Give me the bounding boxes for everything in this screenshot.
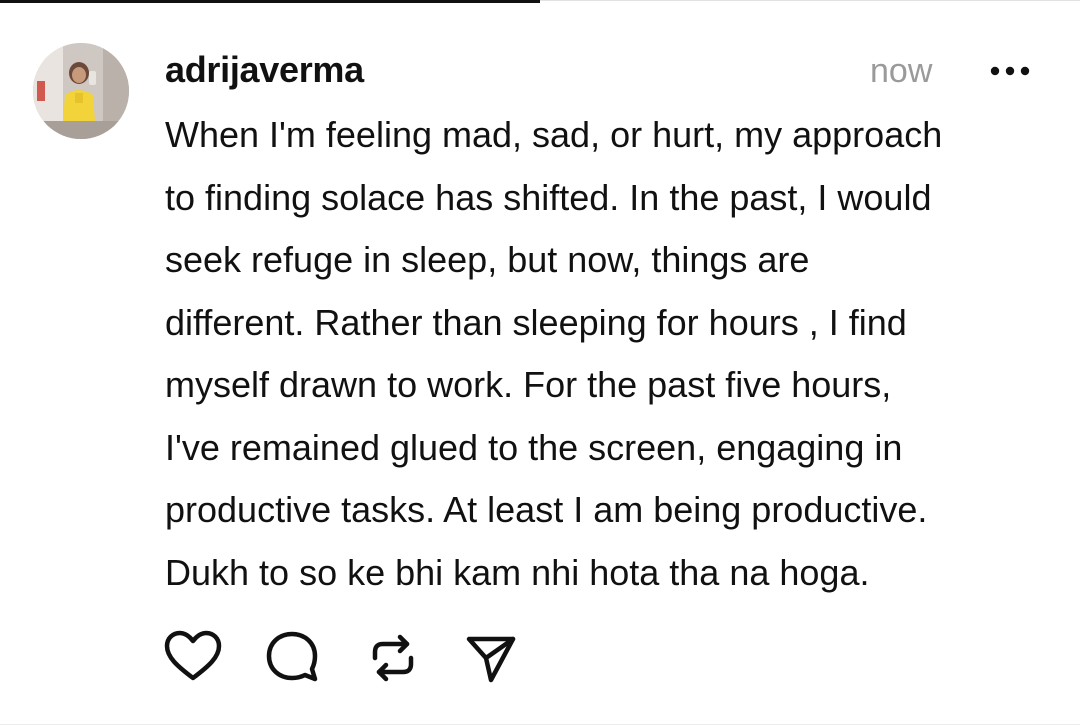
- like-button[interactable]: [163, 628, 223, 688]
- avatar[interactable]: [33, 43, 129, 139]
- post-text-line: seek refuge in sleep, but now, things ar…: [165, 239, 810, 280]
- share-button[interactable]: [461, 628, 521, 688]
- post-text-line: Dukh to so ke bhi kam nhi hota tha na ho…: [165, 551, 870, 593]
- reply-button[interactable]: [263, 628, 323, 688]
- top-divider-thin: [540, 0, 1080, 1]
- post-text-line: myself drawn to work. For the past five …: [165, 364, 892, 405]
- avatar-photo: [33, 43, 129, 139]
- username[interactable]: adrijaverma: [165, 48, 364, 92]
- post-timestamp: now: [870, 52, 933, 90]
- send-icon: [466, 636, 516, 683]
- heart-icon: [164, 630, 222, 681]
- post-text-line: When I'm feeling mad, sad, or hurt, my a…: [165, 114, 943, 155]
- post-text-line: different. Rather than sleeping for hour…: [165, 301, 907, 343]
- repost-icon: [372, 634, 414, 682]
- top-divider: [0, 0, 540, 3]
- post-text-line: to finding solace has shifted. In the pa…: [165, 176, 932, 218]
- post-text-line: I've remained glued to the screen, engag…: [165, 426, 903, 468]
- bottom-divider: [0, 724, 1080, 725]
- more-horizontal-icon: [990, 66, 1030, 76]
- repost-button[interactable]: [363, 628, 423, 688]
- post-text-line: productive tasks. At least I am being pr…: [165, 489, 928, 530]
- comment-bubble-icon: [266, 631, 318, 682]
- post-body: When I'm feeling mad, sad, or hurt, my a…: [165, 104, 1065, 604]
- more-options-button[interactable]: [984, 54, 1040, 88]
